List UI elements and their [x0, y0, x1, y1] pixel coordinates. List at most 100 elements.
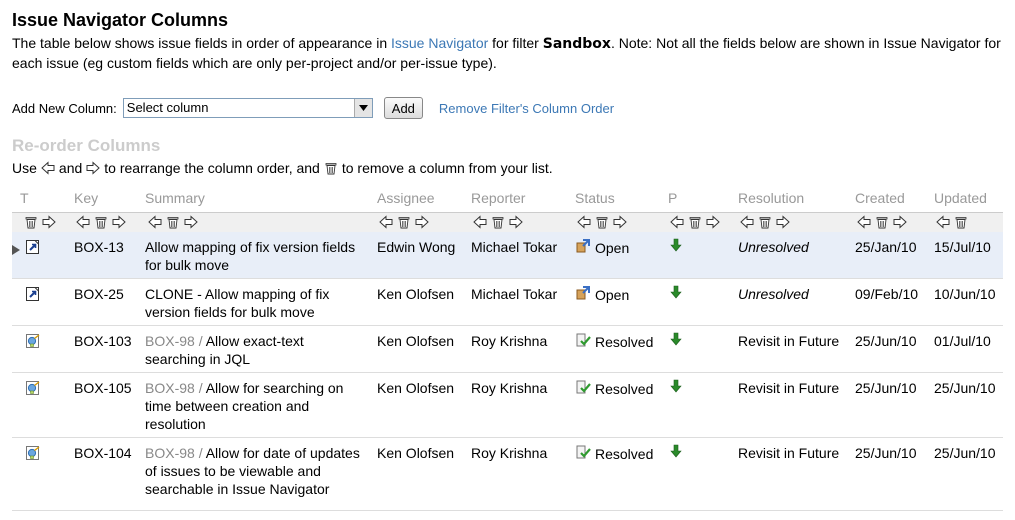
move-left-arrow-icon[interactable] [740, 215, 754, 229]
issue-summary[interactable]: Allow mapping of fix version fields for … [145, 238, 370, 274]
move-left-arrow-icon[interactable] [670, 215, 684, 229]
created-date: 25/Jun/10 [855, 380, 917, 396]
move-right-arrow-icon[interactable] [893, 215, 907, 229]
current-row-pointer-icon [12, 242, 20, 258]
status-text: Open [595, 240, 630, 256]
controls-summary [148, 215, 198, 229]
controls-updated [936, 215, 968, 229]
hint-text-2: and [58, 160, 83, 176]
priority-down-arrow-icon [670, 285, 682, 303]
chevron-down-icon[interactable] [353, 99, 372, 117]
hint-text-1: Use [12, 160, 37, 176]
move-left-arrow-icon[interactable] [857, 215, 871, 229]
move-right-arrow-icon[interactable] [509, 215, 523, 229]
delete-column-trash-icon[interactable] [875, 215, 889, 229]
status-text: Open [595, 287, 630, 303]
add-button[interactable]: Add [383, 97, 423, 119]
reporter: Michael Tokar [471, 286, 558, 302]
issue-summary[interactable]: BOX-98 / Allow for date of updates of is… [145, 444, 370, 498]
status-cell: Resolved [575, 444, 653, 464]
status-open-icon [575, 238, 591, 258]
issue-key[interactable]: BOX-103 [74, 332, 132, 350]
resolution: Unresolved [738, 239, 809, 255]
controls-reporter [473, 215, 523, 229]
col-header-created: Created [855, 190, 905, 206]
table-row[interactable]: BOX-13 Allow mapping of fix version fiel… [12, 232, 1003, 279]
issue-key[interactable]: BOX-105 [74, 379, 132, 397]
resolution: Revisit in Future [738, 333, 840, 349]
delete-column-trash-icon[interactable] [166, 215, 180, 229]
page-description: The table below shows issue fields in or… [12, 34, 1007, 73]
delete-column-trash-icon[interactable] [94, 215, 108, 229]
status-open-icon [575, 285, 591, 305]
priority-down-arrow-icon [670, 379, 682, 397]
move-right-arrow-icon[interactable] [776, 215, 790, 229]
controls-assignee [379, 215, 429, 229]
parent-issue-link[interactable]: BOX-98 [145, 380, 195, 396]
issue-key[interactable]: BOX-104 [74, 444, 132, 462]
move-right-arrow-icon[interactable] [42, 215, 56, 229]
status-resolved-icon [575, 332, 591, 352]
issue-key[interactable]: BOX-25 [74, 285, 124, 303]
issue-summary[interactable]: BOX-98 / Allow for searching on time bet… [145, 379, 360, 433]
assignee: Ken Olofsen [377, 445, 455, 461]
status-text: Resolved [595, 381, 654, 397]
move-right-arrow-icon[interactable] [613, 215, 627, 229]
right-arrow-icon [86, 161, 101, 175]
parent-issue-link[interactable]: BOX-98 [145, 445, 195, 461]
improvement-icon [25, 333, 41, 353]
delete-column-trash-icon[interactable] [688, 215, 702, 229]
delete-column-trash-icon[interactable] [595, 215, 609, 229]
move-left-arrow-icon[interactable] [379, 215, 393, 229]
delete-column-trash-icon[interactable] [24, 215, 38, 229]
move-right-arrow-icon[interactable] [184, 215, 198, 229]
status-cell: Resolved [575, 332, 653, 352]
reporter: Michael Tokar [471, 239, 558, 255]
move-left-arrow-icon[interactable] [577, 215, 591, 229]
issue-summary[interactable]: BOX-98 / Allow exact-text searching in J… [145, 332, 335, 368]
assignee: Ken Olofsen [377, 286, 455, 302]
move-left-arrow-icon[interactable] [148, 215, 162, 229]
move-right-arrow-icon[interactable] [415, 215, 429, 229]
column-select[interactable]: Select column [122, 98, 373, 118]
controls-type [24, 215, 56, 229]
resolution: Revisit in Future [738, 380, 840, 396]
issue-summary[interactable]: CLONE - Allow mapping of fix version fie… [145, 285, 345, 321]
column-controls-bar [12, 212, 1003, 233]
status-text: Resolved [595, 334, 654, 350]
col-header-resolution: Resolution [738, 190, 805, 206]
table-row[interactable]: BOX-105 BOX-98 / Allow for searching on … [12, 373, 1003, 438]
subtask-icon [25, 239, 41, 259]
parent-issue-link[interactable]: BOX-98 [145, 333, 195, 349]
move-right-arrow-icon[interactable] [112, 215, 126, 229]
table-row[interactable]: BOX-25 CLONE - Allow mapping of fix vers… [12, 279, 1003, 326]
delete-column-trash-icon[interactable] [397, 215, 411, 229]
delete-column-trash-icon[interactable] [491, 215, 505, 229]
controls-resolution [740, 215, 790, 229]
controls-created [857, 215, 907, 229]
created-date: 25/Jun/10 [855, 445, 917, 461]
issue-key[interactable]: BOX-13 [74, 238, 124, 256]
move-left-arrow-icon[interactable] [76, 215, 90, 229]
delete-column-trash-icon[interactable] [758, 215, 772, 229]
table-row[interactable]: BOX-103 BOX-98 / Allow exact-text search… [12, 326, 1003, 373]
col-header-assignee: Assignee [377, 190, 435, 206]
remove-column-order-link[interactable]: Remove Filter's Column Order [439, 101, 614, 116]
move-right-arrow-icon[interactable] [706, 215, 720, 229]
updated-date: 10/Jun/10 [934, 286, 996, 302]
table-row[interactable]: BOX-104 BOX-98 / Allow for date of updat… [12, 438, 1003, 511]
move-left-arrow-icon[interactable] [936, 215, 950, 229]
move-left-arrow-icon[interactable] [473, 215, 487, 229]
updated-date: 25/Jun/10 [934, 445, 996, 461]
status-resolved-icon [575, 444, 591, 464]
column-select-value: Select column [126, 100, 209, 115]
status-cell: Open [575, 285, 629, 305]
updated-date: 25/Jun/10 [934, 380, 996, 396]
controls-key [76, 215, 126, 229]
issue-navigator-link[interactable]: Issue Navigator [391, 35, 488, 51]
col-header-summary: Summary [145, 190, 205, 206]
delete-column-trash-icon[interactable] [954, 215, 968, 229]
add-column-label: Add New Column: [12, 100, 117, 116]
col-header-key: Key [74, 190, 99, 206]
col-header-priority: P [668, 190, 678, 206]
